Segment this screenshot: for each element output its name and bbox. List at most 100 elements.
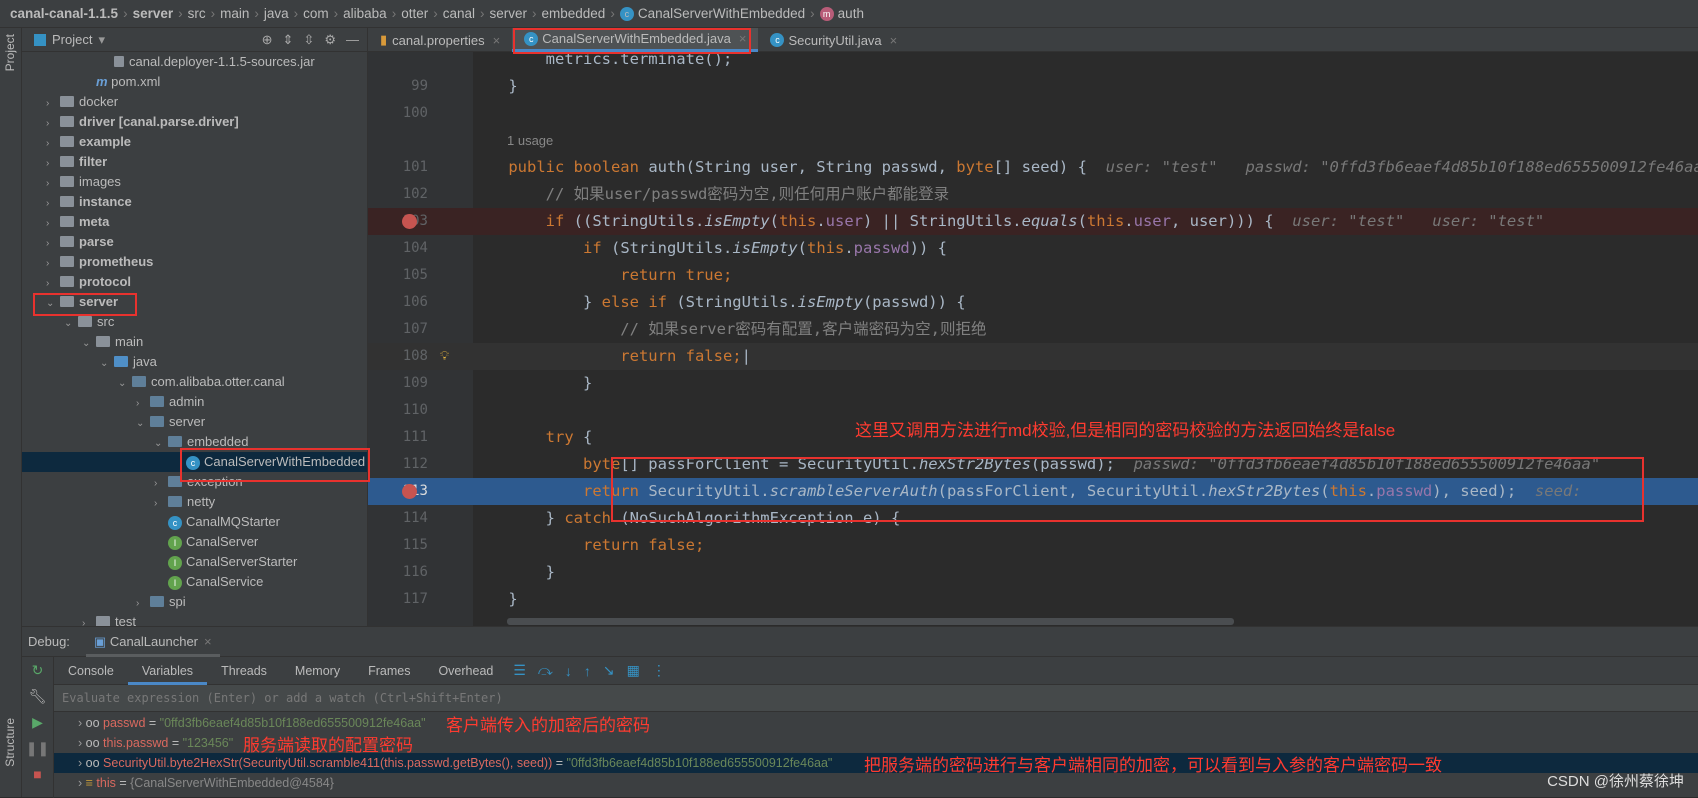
tree-item[interactable]: › test [22,612,367,626]
code-line[interactable]: 103 if ((StringUtils.isEmpty(this.user) … [368,208,1698,235]
debug-session-tab[interactable]: ▣ CanalLauncher × [85,627,220,657]
evaluate-icon[interactable]: ▦ [627,662,640,679]
expand-arrow-icon[interactable]: › [82,614,96,626]
tree-item[interactable]: ⌄ java [22,352,367,372]
close-icon[interactable]: × [493,33,501,48]
tree-item[interactable]: › instance [22,192,367,212]
project-tool-button[interactable]: Project [3,34,17,71]
tab-canal-properties[interactable]: ▮ canal.properties × [368,28,512,52]
tree-item[interactable]: › docker [22,92,367,112]
code-line[interactable]: 100 [368,100,1698,127]
expand-arrow-icon[interactable]: › [78,736,86,750]
expand-arrow-icon[interactable]: › [154,494,168,514]
tree-item[interactable]: › images [22,172,367,192]
tree-item[interactable]: › example [22,132,367,152]
breadcrumb-item[interactable]: main [220,6,249,21]
tree-item[interactable]: canal.deployer-1.1.5-sources.jar [22,52,367,72]
tree-item[interactable]: › meta [22,212,367,232]
debug-tab-overhead[interactable]: Overhead [424,657,507,685]
run-to-cursor-icon[interactable]: ↘ [603,662,615,679]
expand-arrow-icon[interactable]: › [46,214,60,234]
code-editor[interactable]: metrics.terminate(); 99 } 100 1 usage 101 pu… [368,52,1698,626]
code-line[interactable]: 116 } [368,559,1698,586]
tree-item[interactable]: › filter [22,152,367,172]
breadcrumb-item[interactable]: embedded [542,6,606,21]
structure-tool-button[interactable]: Structure [3,718,17,767]
close-icon[interactable]: × [204,634,212,649]
debug-tab-threads[interactable]: Threads [207,657,281,685]
expand-arrow-icon[interactable]: ⌄ [100,354,114,374]
debug-tab-frames[interactable]: Frames [354,657,424,685]
breadcrumb-item[interactable]: com [303,6,329,21]
breadcrumb-item[interactable]: server [133,6,174,21]
expand-arrow-icon[interactable]: › [136,394,150,414]
code-line[interactable]: 105 return true; [368,262,1698,289]
breadcrumb-item[interactable]: alibaba [343,6,387,21]
tree-item[interactable]: ⌄ server [22,412,367,432]
code-line[interactable]: 108 💡︎ return false;| [368,343,1698,370]
project-view-selector[interactable]: Project [52,32,92,47]
code-line[interactable]: 1 usage [368,127,1698,154]
expand-arrow-icon[interactable]: › [154,474,168,494]
evaluate-expression-input[interactable]: Evaluate expression (Enter) or add a wat… [54,685,1698,712]
step-out-icon[interactable]: ↑ [584,663,591,679]
tree-item[interactable]: ⌄ com.alibaba.otter.canal [22,372,367,392]
expand-arrow-icon[interactable]: › [46,234,60,254]
tree-item[interactable]: › spi [22,592,367,612]
step-into-icon[interactable]: ↓ [565,663,572,679]
expand-arrow-icon[interactable]: › [46,254,60,274]
lightbulb-icon[interactable]: 💡︎ [440,343,449,370]
debug-tab-variables[interactable]: Variables [127,657,208,685]
expand-arrow-icon[interactable]: › [46,114,60,134]
breadcrumb-item[interactable]: server [490,6,528,21]
horizontal-scrollbar[interactable] [507,618,1234,625]
expand-arrow-icon[interactable]: › [78,776,86,790]
expand-arrow-icon[interactable]: › [136,594,150,614]
expand-arrow-icon[interactable]: ⌄ [154,434,168,454]
tree-item[interactable]: › netty [22,492,367,512]
code-line[interactable]: 115 return false; [368,532,1698,559]
gear-icon[interactable]: ⚙ [324,32,336,48]
expand-arrow-icon[interactable]: › [46,94,60,114]
tree-item[interactable]: I CanalServer [22,532,367,552]
tree-item[interactable]: c CanalMQStarter [22,512,367,532]
wrench-icon[interactable]: 🔧︎ [22,683,53,709]
debug-tab-console[interactable]: Console [54,657,128,685]
chevron-down-icon[interactable]: ▾ [98,32,105,48]
expand-arrow-icon[interactable]: › [46,194,60,214]
code-line[interactable]: 99 } [368,73,1698,100]
expand-arrow-icon[interactable]: ⌄ [64,314,78,334]
tree-item[interactable]: › driver [canal.parse.driver] [22,112,367,132]
expand-all-icon[interactable]: ⇕ [283,32,294,48]
trace-icon[interactable]: ⋮ [652,662,666,679]
expand-arrow-icon[interactable]: ⌄ [82,334,96,354]
expand-arrow-icon[interactable]: › [46,134,60,154]
expand-arrow-icon[interactable]: ⌄ [118,374,132,394]
tree-item[interactable]: I CanalServerStarter [22,552,367,572]
step-over-icon[interactable]: ⤼ [538,662,553,679]
code-line[interactable]: 101 public boolean auth(String user, Str… [368,154,1698,181]
code-line[interactable]: 104 if (StringUtils.isEmpty(this.passwd)… [368,235,1698,262]
locate-icon[interactable]: ⊕ [262,32,273,48]
usage-hint[interactable]: 1 usage [507,127,553,154]
expand-arrow-icon[interactable]: › [46,154,60,174]
debug-tab-memory[interactable]: Memory [281,657,354,685]
expand-arrow-icon[interactable]: › [78,716,86,730]
tab-securityutil-java[interactable]: c SecurityUtil.java × [758,28,909,52]
tree-item[interactable]: › protocol [22,272,367,292]
code-line[interactable]: 106 } else if (StringUtils.isEmpty(passw… [368,289,1698,316]
breadcrumb-item[interactable]: auth [838,6,864,21]
expand-arrow-icon[interactable]: ⌄ [136,414,150,434]
code-line[interactable]: 107 // 如果server密码有配置,客户端密码为空,则拒绝 [368,316,1698,343]
close-icon[interactable]: × [890,33,898,48]
breadcrumb-item[interactable]: CanalServerWithEmbedded [638,6,805,21]
tree-item[interactable]: I CanalService [22,572,367,592]
code-line[interactable]: 102 // 如果user/passwd密码为空,则任何用户账户都能登录 [368,181,1698,208]
tree-item[interactable]: › parse [22,232,367,252]
breadcrumb-item[interactable]: src [188,6,206,21]
breadcrumb-item[interactable]: canal-canal-1.1.5 [10,6,118,21]
variable-row[interactable]: › oo passwd = "0ffd3fb6eaef4d85b10f188ed… [54,713,1698,733]
code-line[interactable]: 117 } [368,586,1698,613]
expand-arrow-icon[interactable]: › [46,174,60,194]
breadcrumb-item[interactable]: java [264,6,289,21]
